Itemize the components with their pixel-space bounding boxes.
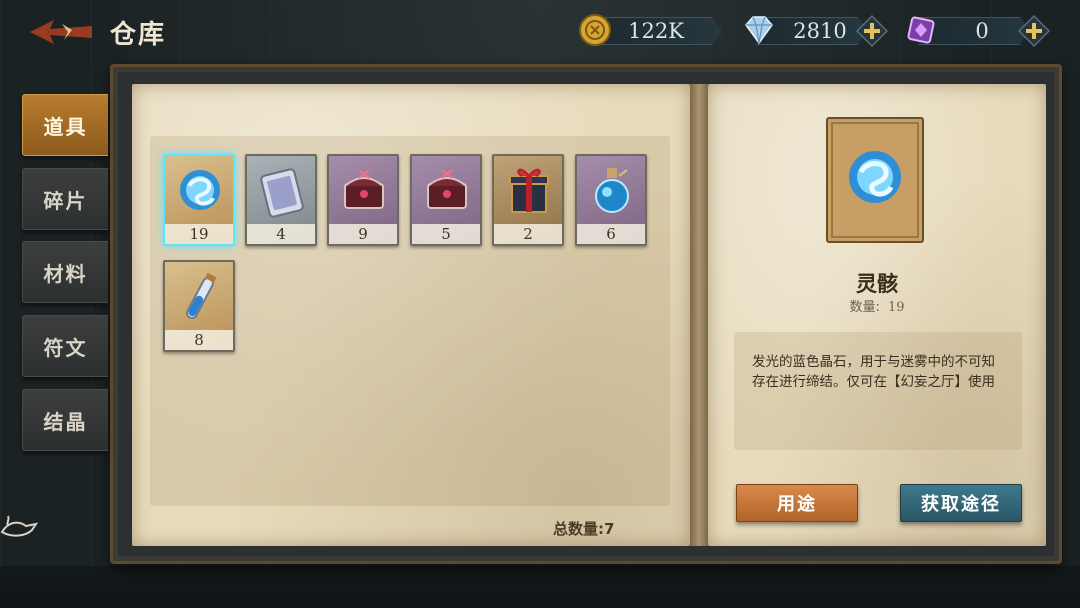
item-description: 发光的蓝色晶石，用于与迷雾中的不可知存在进行缔结。仅可在【幻妄之厅】使用 (752, 354, 995, 390)
book-spine (690, 84, 708, 546)
crystal-value: 0 (975, 19, 989, 43)
item-count: 9 (329, 224, 397, 244)
item-count: 19 (165, 224, 233, 244)
tab-fragments[interactable]: 碎片 (22, 168, 108, 230)
item-slot-red-chest[interactable]: 9 (327, 154, 399, 246)
selected-item-card (826, 117, 924, 243)
item-slot-spirit-orb[interactable]: 19 (163, 154, 235, 246)
blue-potion-icon (595, 168, 629, 213)
item-slot-red-chest[interactable]: 5 (410, 154, 482, 246)
back-arrow-icon (30, 20, 92, 44)
item-slot-gift-box[interactable]: 2 (492, 154, 564, 246)
coin-value: 122K (628, 19, 684, 43)
diamond-currency: 2810 (742, 14, 892, 48)
item-count: 8 (165, 330, 233, 350)
add-crystal-button[interactable] (1017, 14, 1051, 48)
item-slot-silver-card[interactable]: 4 (245, 154, 317, 246)
quantity-label: 数量: (849, 300, 880, 315)
purple-crystal-icon (907, 16, 935, 44)
plus-icon (855, 14, 889, 48)
coin-currency: 122K (578, 14, 722, 46)
diamond-value: 2810 (793, 19, 847, 43)
item-slot-blue-vial[interactable]: 8 (163, 260, 235, 352)
blue-spirit-orb-icon (849, 151, 901, 203)
total-count: 总数量:7 (553, 520, 615, 538)
blue-vial-icon (186, 272, 217, 320)
tab-items[interactable]: 道具 (22, 94, 108, 156)
item-quantity: 数量: 19 (708, 296, 1046, 315)
crystal-currency: 0 (904, 14, 1054, 48)
tab-materials[interactable]: 材料 (22, 241, 108, 303)
use-button[interactable]: 用途 (736, 484, 858, 522)
add-diamond-button[interactable] (855, 14, 889, 48)
item-count: 5 (412, 224, 480, 244)
silver-card-icon (260, 168, 304, 218)
gift-box-icon (509, 168, 549, 213)
item-name: 灵骸 (856, 272, 898, 296)
back-button[interactable] (28, 14, 96, 50)
gold-coin-icon (579, 14, 611, 46)
floor-background (0, 566, 1080, 608)
item-count: 6 (577, 224, 645, 244)
lamp-icon (0, 515, 39, 537)
plus-icon (1017, 14, 1051, 48)
get-source-button[interactable]: 获取途径 (900, 484, 1022, 522)
red-chest-icon (427, 169, 467, 209)
item-slot-blue-potion[interactable]: 6 (575, 154, 647, 246)
red-chest-icon (344, 169, 384, 209)
tab-runes[interactable]: 符文 (22, 315, 108, 377)
item-count: 2 (494, 224, 562, 244)
blue-spirit-orb-icon (180, 170, 220, 210)
item-count: 4 (247, 224, 315, 244)
diamond-icon (745, 16, 773, 45)
quantity-value: 19 (887, 300, 905, 315)
page-title: 仓库 (110, 20, 167, 50)
tab-crystals[interactable]: 结晶 (22, 389, 108, 451)
